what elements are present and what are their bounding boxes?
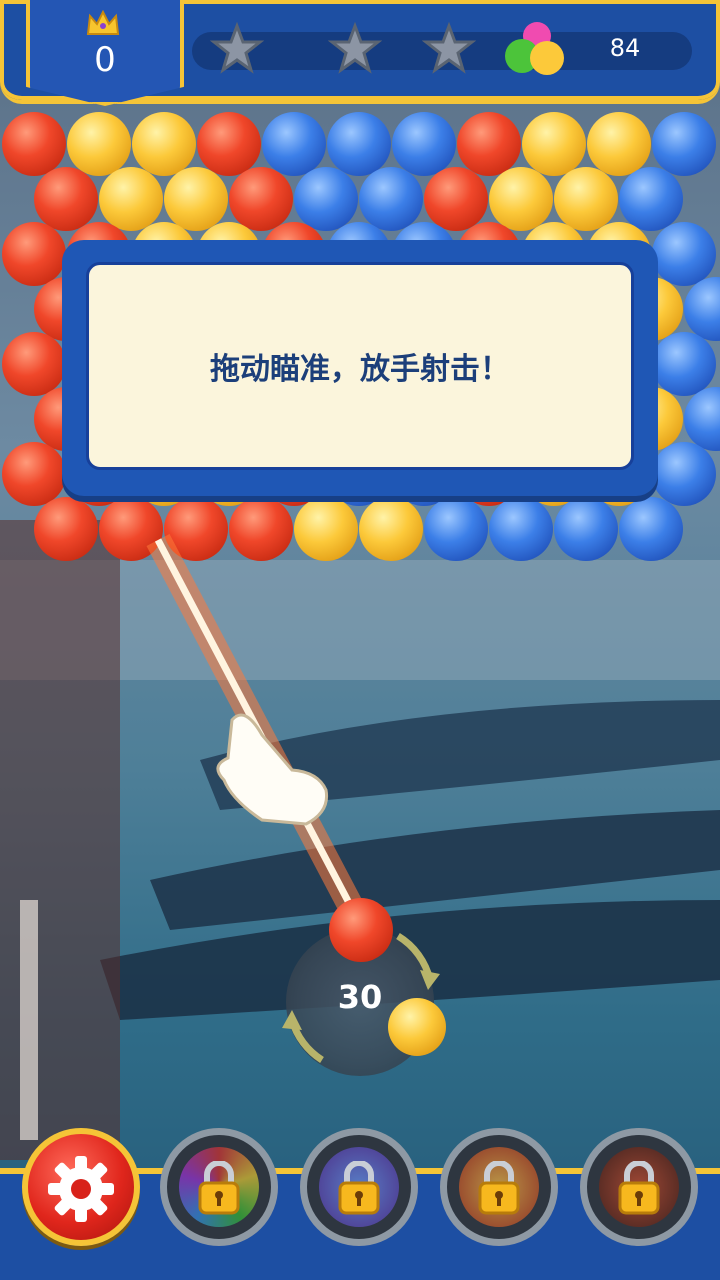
lock-icon: [198, 1161, 240, 1215]
current-bubble: [329, 898, 393, 962]
booster-fire[interactable]: [440, 1128, 558, 1246]
booster-color[interactable]: [300, 1128, 418, 1246]
lock-icon: [618, 1161, 660, 1215]
next-bubble[interactable]: [388, 998, 446, 1056]
lock-icon: [478, 1161, 520, 1215]
booster-bomb[interactable]: [580, 1128, 698, 1246]
booster-rainbow[interactable]: [160, 1128, 278, 1246]
tutorial-message: 拖动瞄准，放手射击！: [210, 352, 510, 387]
gear-icon: [48, 1156, 114, 1222]
lock-icon: [338, 1161, 380, 1215]
aim-guide: [146, 533, 370, 927]
